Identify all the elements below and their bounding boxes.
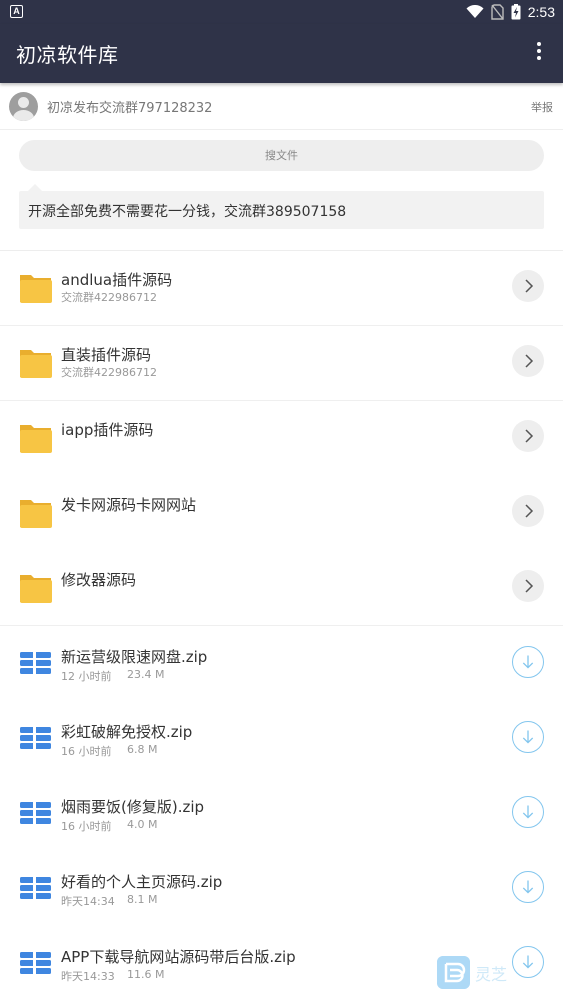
- status-time: 2:53: [527, 4, 555, 20]
- chevron-right-icon[interactable]: [512, 270, 544, 302]
- archive-file-icon: [20, 726, 51, 750]
- folder-name: iapp插件源码: [61, 421, 154, 439]
- search-input[interactable]: 搜文件: [19, 140, 544, 171]
- file-size: 6.8 M: [127, 743, 158, 756]
- author-info: 初凉发布交流群797128232: [47, 101, 213, 116]
- announcement-bubble: 开源全部免费不需要花一分钱，交流群389507158: [19, 184, 544, 229]
- file-name: 好看的个人主页源码.zip: [61, 873, 223, 891]
- no-sim-icon: [491, 4, 504, 20]
- file-time: 16 小时前: [61, 745, 112, 758]
- app-title: 初凉软件库: [16, 43, 119, 67]
- file-time: 昨天14:33: [61, 970, 115, 983]
- file-size: 4.0 M: [127, 818, 158, 831]
- folder-name: 直装插件源码: [61, 346, 152, 364]
- chevron-right-icon[interactable]: [512, 570, 544, 602]
- chevron-right-icon[interactable]: [512, 345, 544, 377]
- status-bar: A 2:53: [0, 0, 563, 24]
- folder-icon: [20, 500, 52, 528]
- folder-name: 发卡网源码卡网网站: [61, 496, 197, 514]
- file-size: 11.6 M: [127, 968, 165, 981]
- chevron-right-icon[interactable]: [512, 420, 544, 452]
- folder-icon: [20, 350, 52, 378]
- folder-name: andlua插件源码: [61, 271, 173, 289]
- app-bar: 初凉软件库: [0, 24, 563, 83]
- folder-row[interactable]: andlua插件源码 交流群422986712: [0, 251, 563, 326]
- watermark-text: 灵芝: [475, 965, 508, 984]
- file-size: 23.4 M: [127, 668, 165, 681]
- archive-file-icon: [20, 951, 51, 975]
- folder-description: 交流群422986712: [61, 366, 157, 379]
- file-name: 烟雨要饭(修复版).zip: [61, 798, 205, 816]
- file-time: 12 小时前: [61, 670, 112, 683]
- chevron-right-icon[interactable]: [512, 495, 544, 527]
- author-row[interactable]: 初凉发布交流群797128232 举报: [0, 84, 563, 130]
- default-avatar-icon[interactable]: [9, 92, 38, 121]
- folder-name: 修改器源码: [61, 571, 137, 589]
- more-vert-icon[interactable]: [535, 42, 543, 64]
- file-list: andlua插件源码 交流群422986712 直装插件源码 交流群422986…: [0, 251, 563, 1001]
- file-size: 8.1 M: [127, 893, 158, 906]
- file-name: 彩虹破解免授权.zip: [61, 723, 193, 741]
- archive-file-icon: [20, 651, 51, 675]
- file-name: APP下载导航网站源码带后台版.zip: [61, 948, 296, 966]
- file-time: 16 小时前: [61, 820, 112, 833]
- folder-row[interactable]: 发卡网源码卡网网站: [0, 476, 563, 551]
- archive-file-icon: [20, 801, 51, 825]
- folder-icon: [20, 575, 52, 603]
- folder-row[interactable]: 直装插件源码 交流群422986712: [0, 326, 563, 401]
- archive-file-icon: [20, 876, 51, 900]
- download-icon[interactable]: [512, 721, 544, 753]
- file-row[interactable]: 好看的个人主页源码.zip 昨天14:34 8.1 M: [0, 851, 563, 926]
- file-time: 昨天14:34: [61, 895, 115, 908]
- folder-icon: [20, 275, 52, 303]
- report-link[interactable]: 举报: [531, 99, 553, 115]
- download-icon[interactable]: [512, 796, 544, 828]
- file-row[interactable]: 彩虹破解免授权.zip 16 小时前 6.8 M: [0, 701, 563, 776]
- download-icon[interactable]: [512, 871, 544, 903]
- download-icon[interactable]: [512, 646, 544, 678]
- file-row[interactable]: 烟雨要饭(修复版).zip 16 小时前 4.0 M: [0, 776, 563, 851]
- app-notification-icon: A: [10, 5, 23, 18]
- folder-row[interactable]: 修改器源码: [0, 551, 563, 626]
- folder-row[interactable]: iapp插件源码: [0, 401, 563, 476]
- wifi-icon: [466, 5, 484, 18]
- folder-icon: [20, 425, 52, 453]
- file-name: 新运营级限速网盘.zip: [61, 648, 208, 666]
- battery-charging-icon: [511, 4, 521, 20]
- announcement-text: 开源全部免费不需要花一分钱，交流群389507158: [28, 204, 347, 220]
- folder-description: 交流群422986712: [61, 291, 157, 304]
- file-row[interactable]: 新运营级限速网盘.zip 12 小时前 23.4 M: [0, 626, 563, 701]
- status-icons: 2:53: [466, 3, 555, 21]
- download-icon[interactable]: [512, 946, 544, 978]
- watermark-logo-icon: [437, 956, 470, 989]
